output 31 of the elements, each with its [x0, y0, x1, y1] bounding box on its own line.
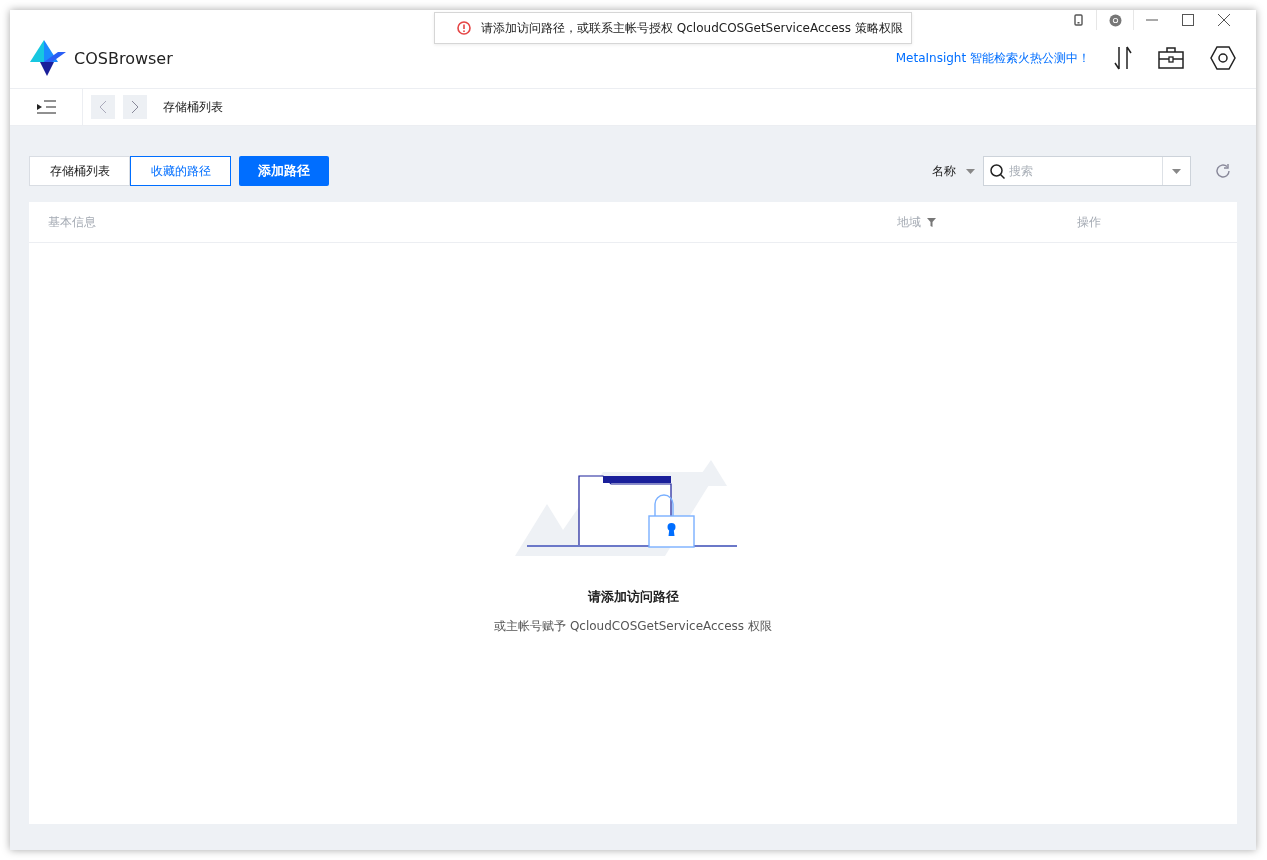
chevron-left-icon: [99, 100, 107, 114]
column-header: 操作: [1077, 214, 1101, 229]
refresh-icon[interactable]: [1215, 163, 1231, 179]
caret-icon[interactable]: [1172, 168, 1181, 174]
add-path-button[interactable]: 添加路径: [239, 156, 329, 186]
search-icon: [990, 163, 1005, 179]
filter-label[interactable]: 名称: [932, 162, 956, 180]
toolbox-icon[interactable]: [1158, 47, 1184, 69]
phone-icon[interactable]: [1073, 14, 1083, 26]
maximize-icon[interactable]: [1182, 14, 1194, 26]
caret-icon[interactable]: [966, 168, 975, 174]
tab[interactable]: 存储桶列表: [29, 156, 130, 186]
empty-subtitle: 或主帐号赋予 QcloudCOSGetServiceAccess 权限: [494, 618, 772, 635]
tab[interactable]: 收藏的路径: [130, 156, 231, 186]
column-header: 地域: [897, 213, 921, 231]
settings-icon[interactable]: [1210, 46, 1236, 70]
chevron-right-icon: [131, 100, 139, 114]
search-field[interactable]: 搜索: [983, 156, 1191, 186]
browser-icon[interactable]: [1108, 13, 1122, 27]
breadcrumb: 存储桶列表: [163, 98, 223, 116]
empty-title: 请添加访问路径: [587, 588, 679, 606]
transfer-arrows-icon[interactable]: [1114, 45, 1132, 71]
close-icon[interactable]: [1218, 14, 1230, 26]
column-header: 基本信息: [48, 214, 96, 229]
toast-message: 请添加访问路径，或联系主帐号授权 QcloudCOSGetServiceAccess 策略权限: [481, 19, 903, 37]
app-name: COSBrowser: [74, 48, 173, 68]
promo-link[interactable]: MetaInsight 智能检索火热公测中！: [895, 49, 1090, 67]
menu-icon[interactable]: [36, 100, 56, 114]
filter-icon[interactable]: [927, 217, 936, 227]
app-logo-icon: [30, 40, 66, 76]
error-icon: [457, 21, 471, 35]
